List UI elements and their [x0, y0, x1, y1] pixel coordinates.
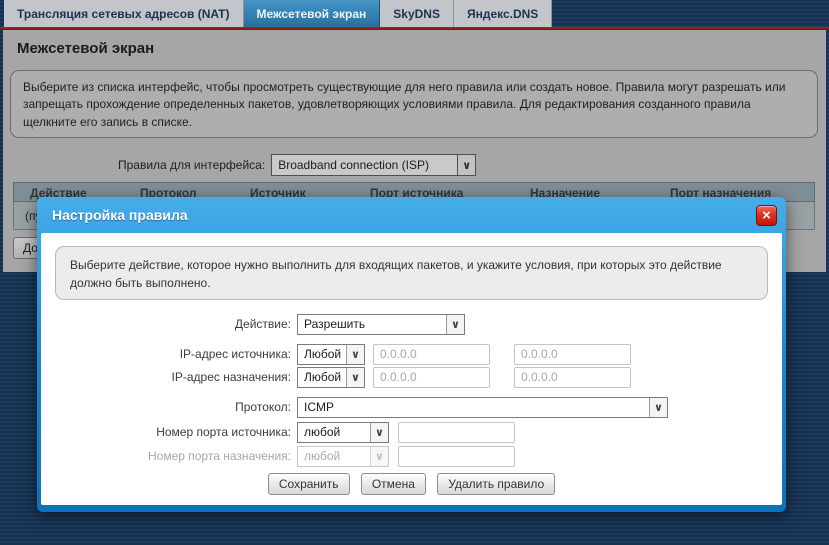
chevron-down-icon: ∨ — [446, 315, 464, 334]
save-button[interactable]: Сохранить — [268, 473, 350, 495]
tab-nat[interactable]: Трансляция сетевых адресов (NAT) — [4, 0, 244, 27]
dialog-buttons: Сохранить Отмена Удалить правило — [41, 473, 782, 495]
dest-port-field — [398, 446, 515, 467]
dest-ip-address-field[interactable] — [373, 367, 490, 388]
page-title: Межсетевой экран — [17, 40, 154, 57]
action-select-value: Разрешить — [298, 317, 446, 331]
source-port-label: Номер порта источника: — [41, 425, 291, 439]
close-icon[interactable]: × — [756, 205, 777, 226]
chevron-down-icon: ∨ — [457, 155, 475, 175]
dest-port-select: любой ∨ — [297, 446, 389, 467]
action-label: Действие: — [41, 317, 291, 331]
source-ip-label: IP-адрес источника: — [41, 347, 291, 361]
tab-bar: Трансляция сетевых адресов (NAT) Межсете… — [4, 0, 552, 27]
protocol-row: Протокол: ICMP ∨ — [41, 396, 782, 418]
source-ip-row: IP-адрес источника: Любой ∨ — [41, 343, 782, 365]
tab-yandex-dns[interactable]: Яндекс.DNS — [454, 0, 552, 27]
protocol-label: Протокол: — [41, 400, 291, 414]
dialog-title: Настройка правила — [41, 207, 756, 223]
dest-ip-select-value: Любой — [298, 370, 346, 384]
source-ip-address-field[interactable] — [373, 344, 490, 365]
chevron-down-icon: ∨ — [346, 368, 364, 387]
chevron-down-icon: ∨ — [649, 398, 667, 417]
dest-ip-mask-field[interactable] — [514, 367, 631, 388]
source-ip-mask-field[interactable] — [514, 344, 631, 365]
protocol-select-value: ICMP — [298, 400, 649, 414]
action-select[interactable]: Разрешить ∨ — [297, 314, 465, 335]
cancel-button[interactable]: Отмена — [361, 473, 426, 495]
source-port-row: Номер порта источника: любой ∨ — [41, 421, 782, 443]
source-port-select[interactable]: любой ∨ — [297, 422, 389, 443]
tab-skydns[interactable]: SkyDNS — [380, 0, 454, 27]
dest-port-row: Номер порта назначения: любой ∨ — [41, 445, 782, 467]
source-ip-select[interactable]: Любой ∨ — [297, 344, 365, 365]
chevron-down-icon: ∨ — [370, 423, 388, 442]
tab-firewall[interactable]: Межсетевой экран — [244, 0, 381, 27]
dialog-description: Выберите действие, которое нужно выполни… — [55, 246, 768, 300]
dialog-body: Выберите действие, которое нужно выполни… — [41, 233, 782, 505]
interface-select-label: Правила для интерфейса: — [118, 158, 265, 172]
protocol-select[interactable]: ICMP ∨ — [297, 397, 668, 418]
dest-ip-row: IP-адрес назначения: Любой ∨ — [41, 366, 782, 388]
source-ip-select-value: Любой — [298, 347, 346, 361]
dest-ip-select[interactable]: Любой ∨ — [297, 367, 365, 388]
rule-settings-dialog: Настройка правила × Выберите действие, к… — [37, 197, 786, 512]
dest-ip-label: IP-адрес назначения: — [41, 370, 291, 384]
source-port-field[interactable] — [398, 422, 515, 443]
interface-select[interactable]: Broadband connection (ISP) ∨ — [271, 154, 476, 176]
dest-port-label: Номер порта назначения: — [41, 449, 291, 463]
chevron-down-icon: ∨ — [346, 345, 364, 364]
page-description: Выберите из списка интерфейс, чтобы прос… — [10, 70, 818, 138]
dialog-titlebar: Настройка правила × — [41, 197, 782, 233]
delete-rule-button[interactable]: Удалить правило — [437, 473, 555, 495]
interface-select-value: Broadband connection (ISP) — [272, 158, 457, 172]
chevron-down-icon: ∨ — [370, 447, 388, 466]
source-port-select-value: любой — [298, 425, 370, 439]
dest-port-select-value: любой — [298, 449, 370, 463]
interface-select-row: Правила для интерфейса: Broadband connec… — [118, 154, 476, 176]
action-row: Действие: Разрешить ∨ — [41, 313, 782, 335]
